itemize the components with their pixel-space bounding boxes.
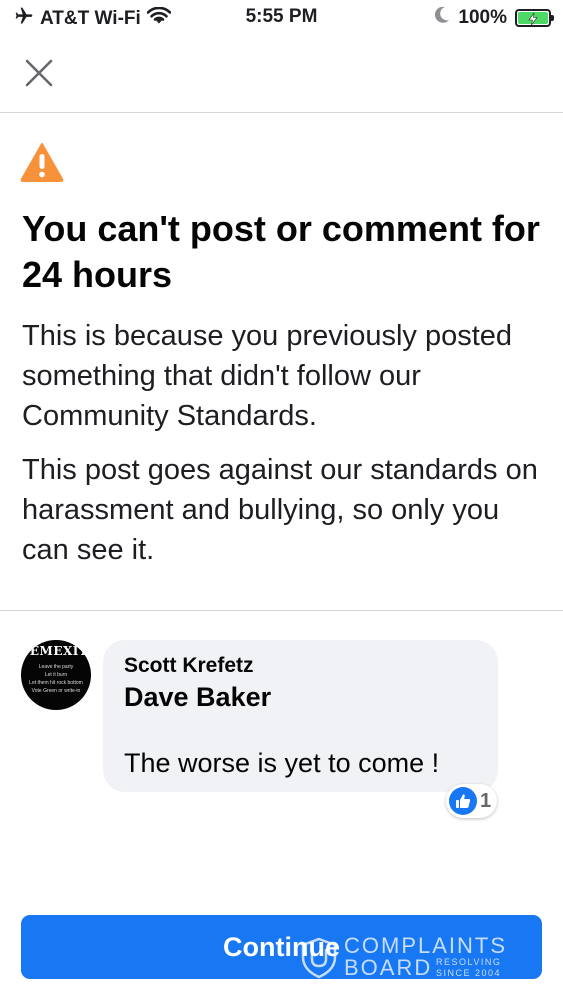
reaction-badge[interactable]: 1 [446,784,498,818]
reaction-count: 1 [480,789,492,812]
avatar-text-line: Leave the party [38,664,74,670]
content-divider [0,610,563,611]
comment-bubble: Scott Krefetz Dave Baker The worse is ye… [103,640,498,792]
avatar-text-line: Vote Green or write-in [31,688,81,694]
comment-author[interactable]: Scott Krefetz [124,654,254,678]
avatar-text-line: Let them hit rock bottom [29,680,83,686]
avatar[interactable]: DEMEXIT Leave the party Let it burn Let … [21,640,91,710]
comment-mention[interactable]: Dave Baker [124,682,271,713]
notice-title: You can't post or comment for 24 hours [22,208,540,295]
continue-label: Continue [223,931,340,962]
notice-paragraph-2: This post goes against our standards on … [22,454,538,566]
status-right: 100% [434,6,554,30]
status-bar: AT&T Wi-Fi 5:55 PM 100% [0,0,563,38]
moon-icon [434,6,450,30]
header-divider [0,112,563,113]
battery-percent: 100% [458,7,507,28]
avatar-title: DEMEXIT [21,644,89,658]
battery-charging-icon [515,9,554,27]
close-icon [25,59,53,87]
warning-icon [20,142,64,182]
avatar-text-line: Let it burn [44,672,68,678]
continue-button[interactable]: Continue [21,915,542,979]
comment-text: The worse is yet to come ! [124,748,440,778]
close-button[interactable] [20,54,58,92]
like-icon [449,787,477,815]
notice-paragraph-1: This is because you previously posted so… [22,320,513,432]
